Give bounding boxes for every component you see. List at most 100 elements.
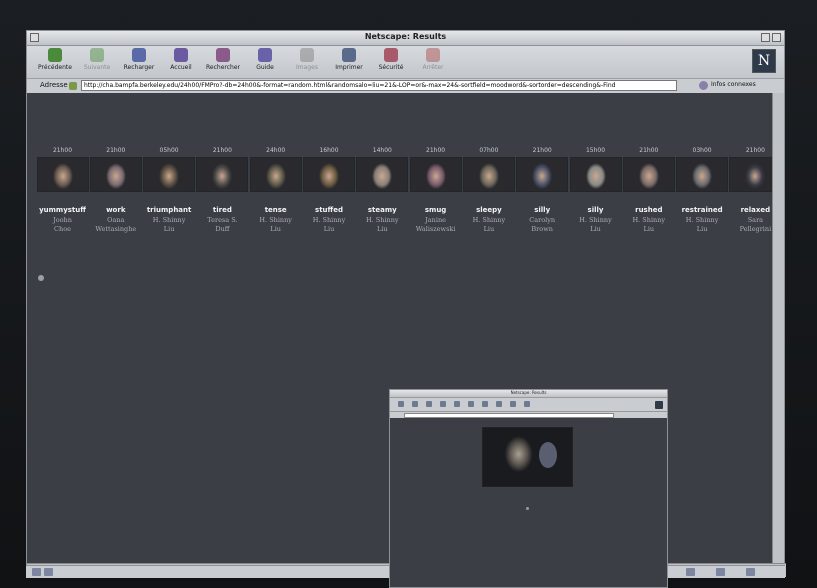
toolbar-label: Imprimer [335, 64, 363, 71]
result-entry[interactable]: 14h00 steamy H. Shinny Liu [356, 147, 409, 234]
toolbar-label: Précédente [38, 64, 72, 71]
result-entry[interactable]: 24h00 tense H. Shinny Liu [249, 147, 302, 234]
entry-photo[interactable] [143, 157, 196, 192]
entry-mood[interactable]: triumphant [143, 206, 196, 214]
popup-large-photo[interactable] [482, 427, 573, 487]
related-info-icon[interactable] [699, 81, 708, 90]
zoom-box[interactable] [761, 33, 770, 42]
popup-print-icon[interactable] [496, 401, 502, 407]
toolbar-button-5[interactable]: Guide [245, 48, 285, 76]
navigation-toolbar: Précédente Suivante Recharger Accueil Recher… [27, 46, 784, 79]
entry-photo[interactable] [569, 157, 622, 192]
component-bar-icon[interactable] [44, 568, 53, 576]
popup-images-icon[interactable] [482, 401, 488, 407]
entry-photo[interactable] [462, 157, 515, 192]
author-line: Janine [425, 216, 446, 224]
result-entry[interactable]: 16h00 stuffed H. Shinny Liu [303, 147, 356, 234]
entry-photo[interactable] [89, 157, 142, 192]
toolbar-label: Arrêter [422, 64, 444, 71]
toolbar-button-0[interactable]: Précédente [35, 48, 75, 76]
composer-icon[interactable] [746, 568, 755, 576]
toolbar-icon-4 [216, 48, 230, 62]
result-entry[interactable]: 21h00 tired Teresa S. Duff [196, 147, 249, 234]
author-line: H. Shinny [366, 216, 399, 224]
vertical-scrollbar[interactable] [772, 93, 784, 563]
result-entry[interactable]: 05h00 triumphant H. Shinny Liu [143, 147, 196, 234]
entry-author: H. Shinny Liu [303, 216, 356, 234]
popup-netscape-logo[interactable] [655, 401, 663, 409]
location-label: Adresse [40, 81, 68, 89]
result-entry[interactable]: 07h00 sleepy H. Shinny Liu [462, 147, 515, 234]
popup-home-icon[interactable] [440, 401, 446, 407]
collapse-box[interactable] [772, 33, 781, 42]
result-entry[interactable]: 03h00 restrained H. Shinny Liu [676, 147, 729, 234]
popup-reload-icon[interactable] [426, 401, 432, 407]
result-entry[interactable]: 21h00 silly Carolyn Brown [516, 147, 569, 234]
author-line: Joohn [53, 216, 72, 224]
toolbar-label: Accueil [170, 64, 192, 71]
popup-search-icon[interactable] [454, 401, 460, 407]
author-line: H. Shinny [685, 216, 719, 224]
entry-mood[interactable]: restrained [676, 206, 729, 214]
toolbar-button-3[interactable]: Accueil [161, 48, 201, 76]
result-entry[interactable]: 21h00 work Oana Wettasinghe [89, 147, 142, 234]
entry-mood[interactable]: sleepy [462, 206, 515, 214]
entry-photo[interactable] [249, 157, 302, 192]
popup-stop-icon[interactable] [524, 401, 530, 407]
related-info-button[interactable]: Infos connexes [711, 81, 756, 88]
entry-photo[interactable] [356, 157, 409, 192]
popup-forward-icon[interactable] [412, 401, 418, 407]
popup-title-bar[interactable]: Netscape: Results [390, 390, 667, 398]
entry-mood[interactable]: work [89, 206, 142, 214]
author-line: H. Shinny [632, 216, 666, 224]
toolbar-button-4[interactable]: Rechercher [203, 48, 243, 76]
entry-photo[interactable] [303, 157, 355, 192]
popup-back-icon[interactable] [398, 401, 404, 407]
entry-mood[interactable]: rushed [622, 206, 675, 214]
result-entry[interactable]: 21h00 yummystuff Joohn Choe [36, 147, 89, 234]
author-line: Duff [215, 225, 230, 233]
result-entry[interactable]: 21h00 smug Janine Waliszewski [409, 147, 462, 234]
toolbar-button-8[interactable]: Sécurité [371, 48, 411, 76]
entry-mood[interactable]: steamy [356, 206, 409, 214]
popup-guide-icon[interactable] [468, 401, 474, 407]
entry-author: H. Shinny Liu [356, 216, 409, 234]
result-entry[interactable]: 21h00 rushed H. Shinny Liu [622, 147, 675, 234]
popup-bullet-marker [526, 507, 529, 510]
entry-mood[interactable]: tired [196, 206, 249, 214]
entry-author: H. Shinny Liu [143, 216, 196, 234]
result-entry[interactable]: 15h00 silly H. Shinny Liu [569, 147, 622, 234]
entry-mood[interactable]: silly [569, 206, 622, 214]
entry-photo[interactable] [516, 157, 569, 192]
entry-mood[interactable]: silly [516, 206, 569, 214]
popup-security-icon[interactable] [510, 401, 516, 407]
title-bar[interactable]: Netscape: Results [27, 31, 784, 46]
news-icon[interactable] [716, 568, 725, 576]
entry-time: 21h00 [212, 147, 232, 154]
toolbar-button-2[interactable]: Recharger [119, 48, 159, 76]
entry-photo[interactable] [36, 157, 89, 192]
entry-author: Joohn Choe [36, 216, 89, 234]
netscape-logo[interactable]: N [752, 49, 776, 73]
entry-photo[interactable] [409, 157, 462, 192]
entry-mood[interactable]: stuffed [303, 206, 356, 214]
entry-mood[interactable]: yummystuff [36, 206, 89, 214]
entry-mood[interactable]: smug [409, 206, 462, 214]
toolbar-button-9[interactable]: Arrêter [413, 48, 453, 76]
security-lock-icon[interactable] [32, 568, 41, 576]
entry-photo[interactable] [196, 157, 249, 192]
toolbar-button-7[interactable]: Imprimer [329, 48, 369, 76]
bookmark-icon[interactable] [69, 82, 77, 90]
author-line: Choe [54, 225, 71, 233]
author-line: H. Shinny [152, 216, 186, 224]
toolbar-button-1[interactable]: Suivante [77, 48, 117, 76]
url-field[interactable] [81, 80, 677, 91]
popup-browser-window[interactable]: Netscape: Results [389, 389, 668, 588]
entry-photo[interactable] [676, 157, 729, 192]
author-line: Liu [696, 225, 708, 233]
mail-icon[interactable] [686, 568, 695, 576]
entry-photo[interactable] [622, 157, 675, 192]
entry-mood[interactable]: tense [249, 206, 302, 214]
toolbar-button-6[interactable]: Images [287, 48, 327, 76]
entry-time: 21h00 [426, 147, 446, 154]
